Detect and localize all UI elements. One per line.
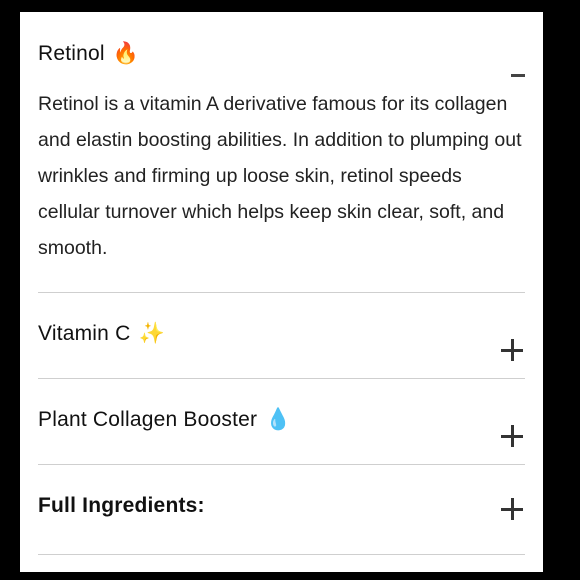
ingredients-panel: Retinol 🔥 Retinol is a vitamin A derivat… [20, 12, 543, 572]
accordion-header-retinol[interactable]: Retinol 🔥 [38, 42, 139, 66]
expand-plus-icon[interactable] [501, 425, 523, 447]
accordion-title-vitamin-c: Vitamin C [38, 322, 131, 345]
sparkles-icon: ✨ [138, 322, 165, 345]
accordion-title-full-ingredients: Full Ingredients: [38, 494, 205, 517]
accordion-header-full-ingredients[interactable]: Full Ingredients: [38, 494, 205, 518]
collapse-icon[interactable] [511, 74, 525, 77]
accordion-title-retinol: Retinol [38, 42, 105, 65]
droplet-icon: 💧 [265, 408, 292, 431]
expand-plus-icon[interactable] [501, 498, 523, 520]
accordion-title-plant-collagen-booster: Plant Collagen Booster [38, 408, 258, 431]
expand-plus-icon[interactable] [501, 339, 523, 361]
divider [38, 464, 525, 465]
divider [38, 378, 525, 379]
divider [38, 554, 525, 555]
accordion-header-plant-collagen-booster[interactable]: Plant Collagen Booster 💧 [38, 408, 292, 432]
accordion-header-vitamin-c[interactable]: Vitamin C ✨ [38, 322, 165, 346]
divider [38, 292, 525, 293]
fire-icon: 🔥 [112, 42, 140, 65]
accordion-body-retinol: Retinol is a vitamin A derivative famous… [38, 93, 522, 259]
